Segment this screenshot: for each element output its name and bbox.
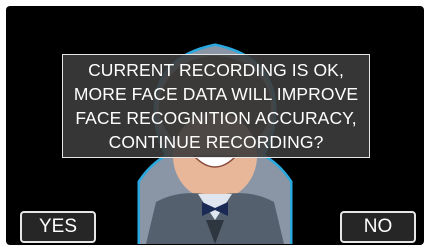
no-button[interactable]: NO	[340, 211, 416, 243]
dialog-message-line: MORE FACE DATA WILL IMPROVE	[73, 84, 359, 104]
camera-screen: CURRENT RECORDING IS OK, MORE FACE DATA …	[6, 6, 424, 245]
dialog-message-line: CURRENT RECORDING IS OK,	[88, 60, 344, 80]
confirmation-dialog: CURRENT RECORDING IS OK, MORE FACE DATA …	[62, 54, 370, 158]
dialog-message-line: CONTINUE RECORDING?	[108, 132, 324, 152]
dialog-message-line: FACE RECOGNITION ACCURACY,	[75, 108, 357, 128]
yes-button[interactable]: YES	[20, 211, 96, 243]
